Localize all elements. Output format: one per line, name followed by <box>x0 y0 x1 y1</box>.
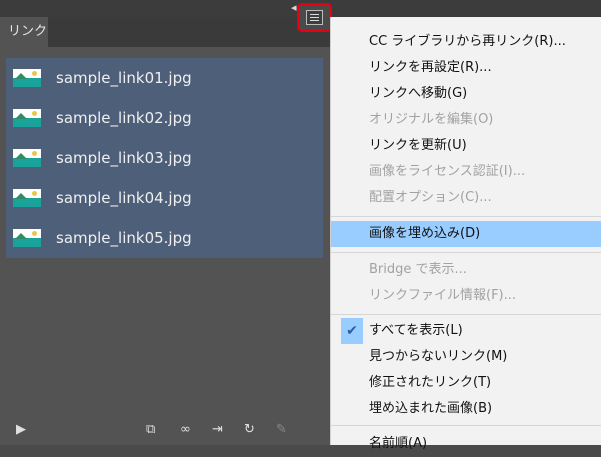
link-file-name: sample_link01.jpg <box>56 69 192 87</box>
image-thumbnail-icon <box>13 189 41 207</box>
menu-item-link-file-info[interactable]: リンクファイル情報(F)... <box>331 283 601 309</box>
menu-separator <box>331 314 601 315</box>
menu-separator <box>331 252 601 253</box>
image-thumbnail-icon <box>13 229 41 247</box>
link-row[interactable]: sample_link05.jpg <box>6 218 323 258</box>
go-to-link-icon[interactable]: ⇥ <box>212 422 223 438</box>
link-row[interactable]: sample_link02.jpg <box>6 98 323 138</box>
menu-item-show-all[interactable]: ✔ すべてを表示(L) <box>331 318 601 344</box>
panel-flyout-menu: CC ライブラリから再リンク(R)... リンクを再設定(R)... リンクへ移… <box>330 17 601 451</box>
image-thumbnail-icon <box>13 149 41 167</box>
image-thumbnail-icon <box>13 69 41 87</box>
menu-item-embedded-images[interactable]: 埋め込まれた画像(B) <box>331 396 601 422</box>
menu-item-go-to-link[interactable]: リンクへ移動(G) <box>331 81 601 107</box>
links-panel: リンク sample_link01.jpg sample_link02.jpg … <box>0 17 330 445</box>
menu-item-embed-image[interactable]: 画像を埋め込み(D) <box>331 221 601 247</box>
menu-item-modified-links[interactable]: 修正されたリンク(T) <box>331 370 601 396</box>
expand-triangle-icon[interactable]: ▶ <box>16 422 26 438</box>
panel-bottom-toolbar: ▶ ⧉ ∞ ⇥ ↻ ✎ <box>0 415 330 445</box>
image-thumbnail-icon <box>13 109 41 127</box>
menu-item-edit-original[interactable]: オリジナルを編集(O) <box>331 107 601 133</box>
edit-original-icon[interactable]: ✎ <box>276 422 287 438</box>
menu-item-missing-links[interactable]: 見つからないリンク(M) <box>331 344 601 370</box>
panel-menu-button[interactable] <box>297 3 332 32</box>
link-file-name: sample_link03.jpg <box>56 149 192 167</box>
menu-item-relink[interactable]: リンクを再設定(R)... <box>331 55 601 81</box>
menu-item-license-image[interactable]: 画像をライセンス認証(I)... <box>331 159 601 185</box>
menu-item-relink-from-cc-library[interactable]: CC ライブラリから再リンク(R)... <box>331 29 601 55</box>
menu-item-placement-options[interactable]: 配置オプション(C)... <box>331 185 601 211</box>
link-row[interactable]: sample_link04.jpg <box>6 178 323 218</box>
menu-item-show-in-bridge[interactable]: Bridge で表示... <box>331 257 601 283</box>
panel-tab-bar: リンク <box>0 17 330 47</box>
menu-item-update-link[interactable]: リンクを更新(U) <box>331 133 601 159</box>
link-file-name: sample_link05.jpg <box>56 229 192 247</box>
update-link-icon[interactable]: ↻ <box>244 422 255 438</box>
link-file-name: sample_link02.jpg <box>56 109 192 127</box>
checkmark-icon: ✔ <box>341 318 363 344</box>
link-row[interactable]: sample_link01.jpg <box>6 58 323 98</box>
hamburger-menu-icon <box>306 10 323 25</box>
relink-icon[interactable]: ∞ <box>180 422 191 438</box>
relink-from-cc-library-icon[interactable]: ⧉ <box>146 422 155 438</box>
menu-separator <box>331 216 601 217</box>
tab-links[interactable]: リンク <box>0 17 48 47</box>
links-list: sample_link01.jpg sample_link02.jpg samp… <box>6 58 323 258</box>
menu-separator <box>331 425 601 426</box>
link-file-name: sample_link04.jpg <box>56 189 192 207</box>
menu-item-sort-by-name[interactable]: 名前順(A) <box>331 431 601 457</box>
link-row[interactable]: sample_link03.jpg <box>6 138 323 178</box>
